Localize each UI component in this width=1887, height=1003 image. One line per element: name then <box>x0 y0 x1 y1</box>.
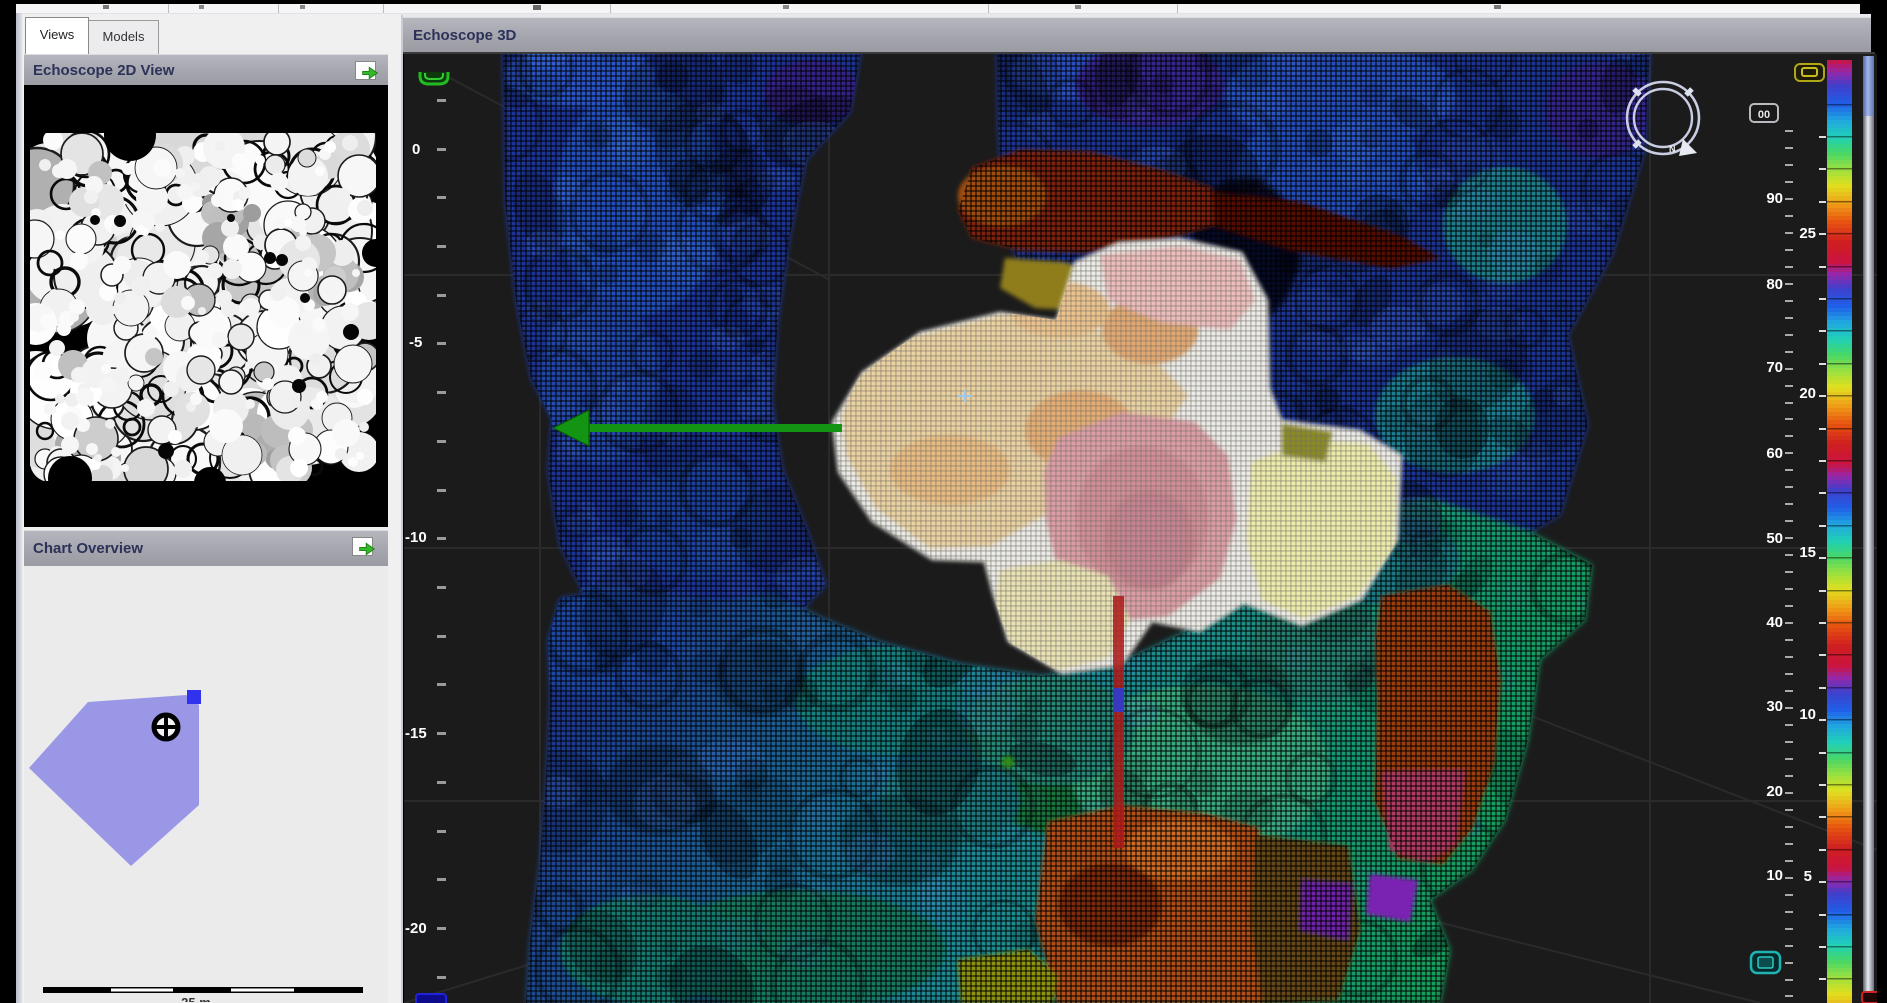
svg-text:50: 50 <box>1766 530 1783 547</box>
svg-text:5: 5 <box>1804 868 1812 885</box>
svg-text:40: 40 <box>1766 614 1783 631</box>
svg-text:60: 60 <box>1766 445 1783 462</box>
svg-text:0: 0 <box>412 141 420 158</box>
svg-text:15: 15 <box>1799 544 1816 561</box>
svg-text:20: 20 <box>1766 783 1783 800</box>
svg-text:80: 80 <box>1766 276 1783 293</box>
svg-text:-20: -20 <box>405 920 427 937</box>
svg-text:-10: -10 <box>405 529 427 546</box>
svg-text:-5: -5 <box>409 334 422 351</box>
svg-text:10: 10 <box>1766 867 1783 884</box>
svg-text:20: 20 <box>1799 385 1816 402</box>
svg-text:25: 25 <box>1799 225 1816 242</box>
svg-text:70: 70 <box>1766 359 1783 376</box>
svg-text:00: 00 <box>1758 109 1770 121</box>
svg-text:-15: -15 <box>405 725 427 742</box>
svg-text:30: 30 <box>1766 698 1783 715</box>
svg-text:25 m: 25 m <box>181 995 211 1002</box>
svg-text:N: N <box>1669 144 1676 154</box>
svg-text:90: 90 <box>1766 190 1783 207</box>
svg-text:10: 10 <box>1799 706 1816 723</box>
